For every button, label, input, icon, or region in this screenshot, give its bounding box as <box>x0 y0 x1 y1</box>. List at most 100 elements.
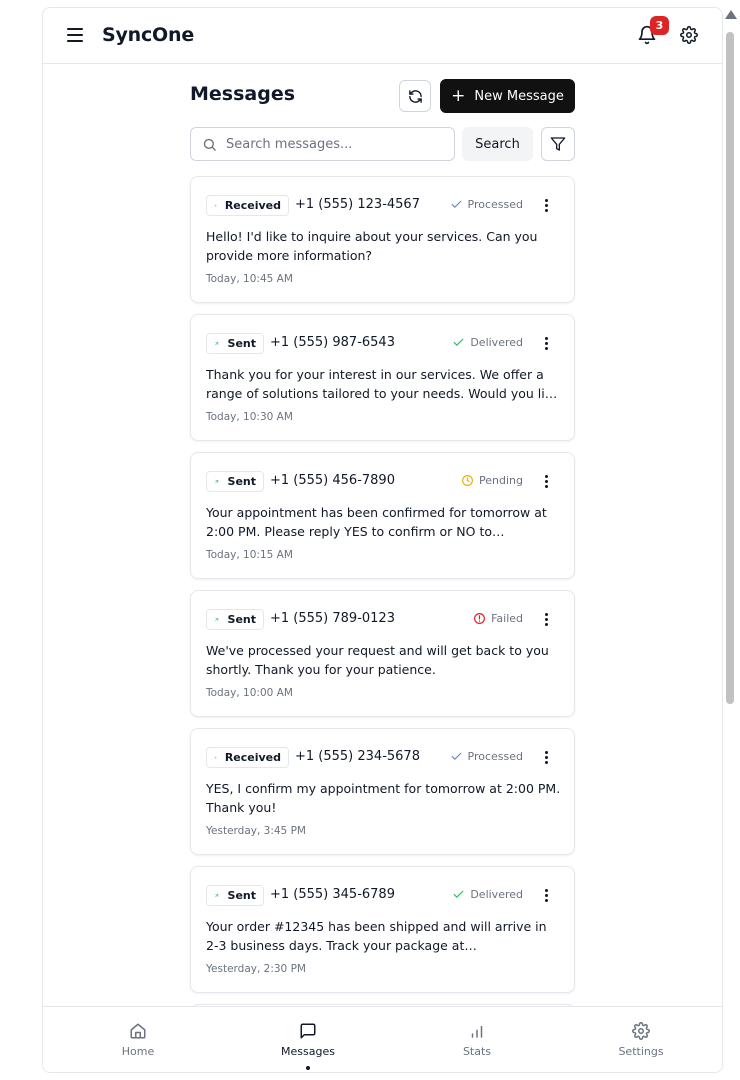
search-button[interactable]: Search <box>462 127 533 161</box>
direction-badge: Sent <box>206 333 264 354</box>
message-timestamp: Yesterday, 2:30 PM <box>206 963 306 975</box>
message-card-header: Sent +1 (555) 789-0123 Failed <box>206 609 561 631</box>
check-icon <box>451 752 461 760</box>
delivery-status: Pending <box>461 474 523 487</box>
nav-label-stats: Stats <box>462 1045 492 1058</box>
message-card-header: Sent +1 (555) 987-6543 Delivered <box>206 333 561 355</box>
status-label: Processed <box>467 198 523 211</box>
nav-label-messages: Messages <box>281 1045 335 1058</box>
check-icon <box>453 338 464 346</box>
status-label: Delivered <box>470 888 523 901</box>
messages-scroll-area[interactable]: Messages + New Message Search messages..… <box>43 65 722 1006</box>
arrow-up-right-icon <box>215 480 219 483</box>
app-title: SyncOne <box>102 24 195 46</box>
new-message-button[interactable]: + New Message <box>440 79 575 113</box>
message-card[interactable]: Sent +1 (555) 789-0123 Failed We've process… <box>190 590 575 717</box>
direction-badge: Sent <box>206 885 264 906</box>
nav-item-messages[interactable]: Messages <box>263 1021 353 1058</box>
nav-label-home: Home <box>121 1045 155 1058</box>
bottom-navigation: Home Messages Stats Settings <box>43 1006 722 1072</box>
more-options-icon[interactable] <box>539 611 553 627</box>
delivery-status: Delivered <box>452 888 523 901</box>
filter-button[interactable] <box>541 127 575 161</box>
message-timestamp: Today, 10:30 AM <box>206 411 293 423</box>
more-options-icon[interactable] <box>539 887 553 903</box>
message-card-header: Received +1 (555) 123-4567 Processed <box>206 195 561 217</box>
search-field[interactable] <box>190 127 455 161</box>
message-timestamp: Today, 10:15 AM <box>206 549 293 561</box>
notifications-button[interactable]: 3 <box>637 16 669 48</box>
message-timestamp: Today, 10:45 AM <box>206 273 293 285</box>
status-label: Failed <box>491 612 523 625</box>
message-card-header: Sent +1 (555) 345-6789 Delivered <box>206 885 561 907</box>
settings-button[interactable] <box>680 26 700 46</box>
search-icon <box>203 138 216 151</box>
check-icon <box>451 200 461 208</box>
alert-circle-icon <box>474 613 486 624</box>
clock-icon <box>462 475 473 486</box>
message-card[interactable]: Received +1 (555) 234-5678 Processed YES, I… <box>190 728 575 855</box>
status-label: Processed <box>467 750 523 763</box>
new-message-label: New Message <box>474 88 564 104</box>
bar-chart-icon <box>471 1025 483 1038</box>
nav-item-home[interactable]: Home <box>93 1021 183 1058</box>
more-options-icon[interactable] <box>539 197 553 213</box>
delivery-status: Failed <box>473 612 523 625</box>
arrow-down-right-icon <box>214 204 217 207</box>
more-options-icon[interactable] <box>539 335 553 351</box>
search-row: Search <box>190 127 575 161</box>
app-window: SyncOne 3 Messages + New Message Search … <box>42 7 723 1073</box>
message-card[interactable]: Sent +1 (555) 345-6789 Delivered Your order… <box>190 866 575 993</box>
search-input[interactable] <box>226 136 446 152</box>
more-options-icon[interactable] <box>539 749 553 765</box>
message-card[interactable]: Sent +1 (555) 987-6543 Delivered Thank you … <box>190 314 575 441</box>
message-card[interactable]: Received +1 (555) 123-4567 Processed Hello!… <box>190 176 575 303</box>
direction-label: Sent <box>227 475 256 488</box>
message-text: Hello! I'd like to inquire about your se… <box>206 229 538 263</box>
scroll-up-arrow-icon[interactable] <box>725 10 737 19</box>
delivery-status: Processed <box>450 750 523 763</box>
phone-number: +1 (555) 789-0123 <box>270 611 395 626</box>
status-label: Pending <box>479 474 523 487</box>
scrollbar-thumb[interactable] <box>726 32 734 704</box>
direction-badge: Received <box>206 747 289 768</box>
refresh-icon <box>408 89 422 103</box>
page-title: Messages <box>190 83 296 105</box>
delivery-status: Delivered <box>452 336 523 349</box>
arrow-up-right-icon <box>215 342 219 345</box>
nav-label-settings: Settings <box>618 1045 664 1058</box>
message-text: Your appointment has been confirmed for … <box>206 505 547 539</box>
direction-badge: Sent <box>206 471 264 492</box>
message-text: Thank you for your interest in our servi… <box>206 367 560 401</box>
message-timestamp: Yesterday, 3:45 PM <box>206 825 306 837</box>
message-text: Your order #12345 has been shipped and w… <box>206 919 547 953</box>
page-scrollbar[interactable] <box>724 10 737 710</box>
arrow-up-right-icon <box>215 618 219 621</box>
direction-label: Sent <box>227 613 256 626</box>
gear-icon <box>680 26 698 44</box>
check-icon <box>453 890 464 898</box>
plus-icon: + <box>451 85 466 106</box>
message-text: YES, I confirm my appointment for tomorr… <box>206 781 561 815</box>
arrow-up-right-icon <box>215 894 219 897</box>
app-header: SyncOne 3 <box>43 8 722 64</box>
status-label: Delivered <box>470 336 523 349</box>
nav-item-settings[interactable]: Settings <box>596 1021 686 1058</box>
phone-number: +1 (555) 987-6543 <box>270 335 395 350</box>
nav-item-stats[interactable]: Stats <box>432 1021 522 1058</box>
direction-label: Sent <box>227 337 256 350</box>
hamburger-menu-icon[interactable] <box>67 28 83 42</box>
messages-toolbar: Messages + New Message <box>190 79 575 113</box>
message-card-header: Received +1 (555) 234-5678 Processed <box>206 747 561 769</box>
filter-icon <box>550 137 566 151</box>
message-square-icon <box>300 1023 316 1039</box>
refresh-button[interactable] <box>399 80 431 112</box>
direction-label: Received <box>224 199 281 212</box>
message-card[interactable]: Sent +1 (555) 456-7890 Pending Your appoint… <box>190 452 575 579</box>
more-options-icon[interactable] <box>539 473 553 489</box>
phone-number: +1 (555) 345-6789 <box>270 887 395 902</box>
active-nav-indicator <box>306 1066 310 1070</box>
message-timestamp: Today, 10:00 AM <box>206 687 293 699</box>
direction-badge: Sent <box>206 609 264 630</box>
arrow-down-right-icon <box>214 756 217 759</box>
